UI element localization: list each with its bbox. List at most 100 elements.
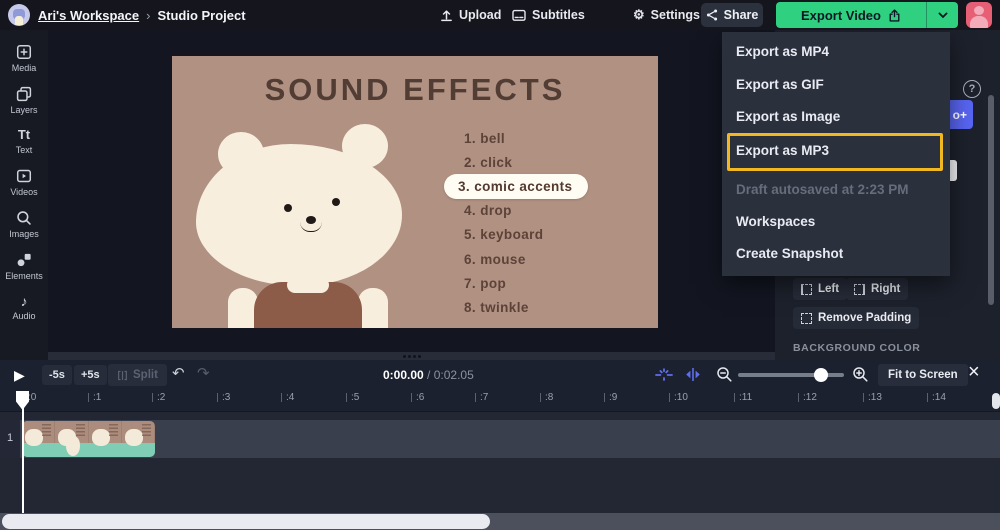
- upload-button[interactable]: Upload: [440, 8, 501, 22]
- project-title: Studio Project: [157, 8, 245, 23]
- sidebar-item-text[interactable]: Tt Text: [0, 128, 48, 155]
- share-icon: [706, 9, 718, 21]
- video-preview-canvas[interactable]: SOUND EFFECTS 1. bell 2: [172, 56, 658, 328]
- bear-arm: [358, 288, 388, 328]
- sidebar-item-label: Elements: [5, 271, 43, 281]
- workspace-avatar[interactable]: [8, 4, 30, 26]
- split-button[interactable]: Split: [108, 364, 167, 386]
- kapwing-studio-app: Ari's Workspace › Studio Project Upload …: [0, 0, 1000, 530]
- timeline-toolbar: ▶ -5s +5s Split ↶ ↷ 0:00.00 / 0:02.05: [0, 360, 1000, 390]
- panel-scrollbar[interactable]: [988, 95, 994, 305]
- forward-5s-button[interactable]: +5s: [74, 365, 107, 385]
- list-item: 7. pop: [450, 271, 588, 295]
- zoom-slider-knob[interactable]: [814, 368, 828, 382]
- ruler-tick-label: :7: [480, 392, 488, 403]
- list-item: 4. drop: [450, 199, 588, 223]
- zoom-out-button[interactable]: [716, 366, 733, 383]
- menu-item-export-mp4[interactable]: Export as MP4: [722, 38, 950, 64]
- sidebar-item-label: Audio: [12, 311, 35, 321]
- padding-left-button[interactable]: Left: [793, 278, 847, 300]
- menu-item-export-mp3[interactable]: Export as MP3: [722, 137, 950, 163]
- ruler-tick-label: :14: [932, 392, 946, 403]
- rewind-5s-button[interactable]: -5s: [42, 365, 72, 385]
- ruler-tick-label: :0: [28, 392, 36, 403]
- workspace-link[interactable]: Ari's Workspace: [38, 8, 139, 23]
- help-button[interactable]: ?: [963, 80, 981, 98]
- layers-icon: [16, 86, 32, 102]
- sidebar-item-label: Text: [16, 145, 33, 155]
- subtitles-label: Subtitles: [532, 8, 585, 22]
- snap-icon: [655, 367, 673, 382]
- subtitles-button[interactable]: Subtitles: [512, 8, 585, 22]
- user-avatar[interactable]: [966, 2, 992, 28]
- canvas-timeline-resize-handle[interactable]: [48, 352, 775, 360]
- ruler-tick-label: :1: [93, 392, 101, 403]
- bear-eye: [332, 198, 340, 206]
- upload-icon: [440, 9, 453, 22]
- list-item-highlighted: 3. comic accents: [444, 174, 588, 198]
- list-item: 8. twinkle: [450, 295, 588, 319]
- total-time: 0:02.05: [434, 368, 474, 382]
- bear-body: [232, 282, 384, 328]
- remove-padding-icon: [801, 313, 812, 324]
- export-options-caret-button[interactable]: [926, 2, 958, 28]
- settings-label: Settings: [651, 8, 700, 22]
- list-item: 1. bell: [450, 126, 588, 150]
- padding-right-button[interactable]: Right: [846, 278, 908, 300]
- menu-item-workspaces[interactable]: Workspaces: [722, 208, 950, 234]
- playhead-marker[interactable]: [16, 391, 29, 410]
- padding-left-label: Left: [818, 283, 839, 295]
- padding-right-label: Right: [871, 283, 900, 295]
- timeline-zoom-slider[interactable]: [738, 373, 844, 377]
- zoom-in-button[interactable]: [852, 366, 869, 383]
- bear-eye: [284, 204, 292, 212]
- playhead-line[interactable]: [22, 408, 24, 513]
- export-video-button[interactable]: Export Video: [776, 2, 926, 28]
- sidebar-item-videos[interactable]: Videos: [0, 168, 48, 197]
- ruler-scrollbar-fragment[interactable]: [992, 393, 1000, 409]
- breadcrumb: Ari's Workspace › Studio Project: [38, 8, 246, 23]
- media-icon: [16, 44, 32, 60]
- settings-button[interactable]: ⚙ Settings: [633, 7, 700, 23]
- fit-to-screen-button[interactable]: Fit to Screen: [878, 364, 968, 386]
- bear-illustration: [196, 124, 426, 328]
- export-icon: [888, 9, 901, 22]
- close-timeline-button[interactable]: ×: [968, 361, 980, 384]
- redo-button[interactable]: ↷: [197, 364, 210, 382]
- sidebar-item-label: Images: [9, 229, 39, 239]
- ruler-tick-label: :11: [739, 392, 752, 403]
- timeline-scrollbar-thumb[interactable]: [2, 514, 490, 529]
- bear-head: [196, 144, 402, 286]
- bear-collar: [287, 277, 329, 293]
- sidebar-item-layers[interactable]: Layers: [0, 86, 48, 115]
- ruler-tick-label: :2: [157, 392, 165, 403]
- clip-thumbnail: [89, 421, 122, 443]
- sidebar-item-images[interactable]: Images: [0, 210, 48, 239]
- list-item: 5. keyboard: [450, 223, 588, 247]
- track-number-label: 1: [7, 432, 13, 444]
- sidebar-item-audio[interactable]: ♪ Audio: [0, 294, 48, 321]
- remove-padding-button[interactable]: Remove Padding: [793, 307, 919, 329]
- timeline-ruler[interactable]: :0 :1 :2 :3 :4 :5 :6 :7 :8 :9 :10 :11 :1…: [0, 390, 1000, 412]
- share-button[interactable]: Share: [701, 3, 763, 27]
- sidebar-item-media[interactable]: Media: [0, 44, 48, 73]
- list-item: 6. mouse: [450, 247, 588, 271]
- menu-item-export-gif[interactable]: Export as GIF: [722, 71, 950, 97]
- sidebar-item-elements[interactable]: Elements: [0, 252, 48, 281]
- remove-padding-label: Remove Padding: [818, 312, 911, 324]
- video-clip[interactable]: [22, 421, 155, 457]
- menu-item-create-snapshot[interactable]: Create Snapshot: [722, 240, 950, 266]
- split-icon: [117, 370, 128, 381]
- undo-button[interactable]: ↶: [172, 364, 185, 382]
- ruler-tick-label: :9: [609, 392, 617, 403]
- snap-toggle-button[interactable]: [655, 367, 673, 382]
- ruler-tick-label: :8: [545, 392, 553, 403]
- editor-canvas-area: SOUND EFFECTS 1. bell 2: [48, 30, 775, 360]
- play-button[interactable]: ▶: [14, 367, 25, 383]
- time-display: 0:00.00 / 0:02.05: [383, 368, 474, 382]
- sound-effects-list: 1. bell 2. click 3. comic accents 4. dro…: [450, 126, 588, 320]
- timeline-panel: ▶ -5s +5s Split ↶ ↷ 0:00.00 / 0:02.05: [0, 360, 1000, 530]
- split-preview-toggle-button[interactable]: [684, 367, 702, 382]
- menu-item-export-image[interactable]: Export as Image: [722, 103, 950, 129]
- bear-shirt: [254, 282, 362, 328]
